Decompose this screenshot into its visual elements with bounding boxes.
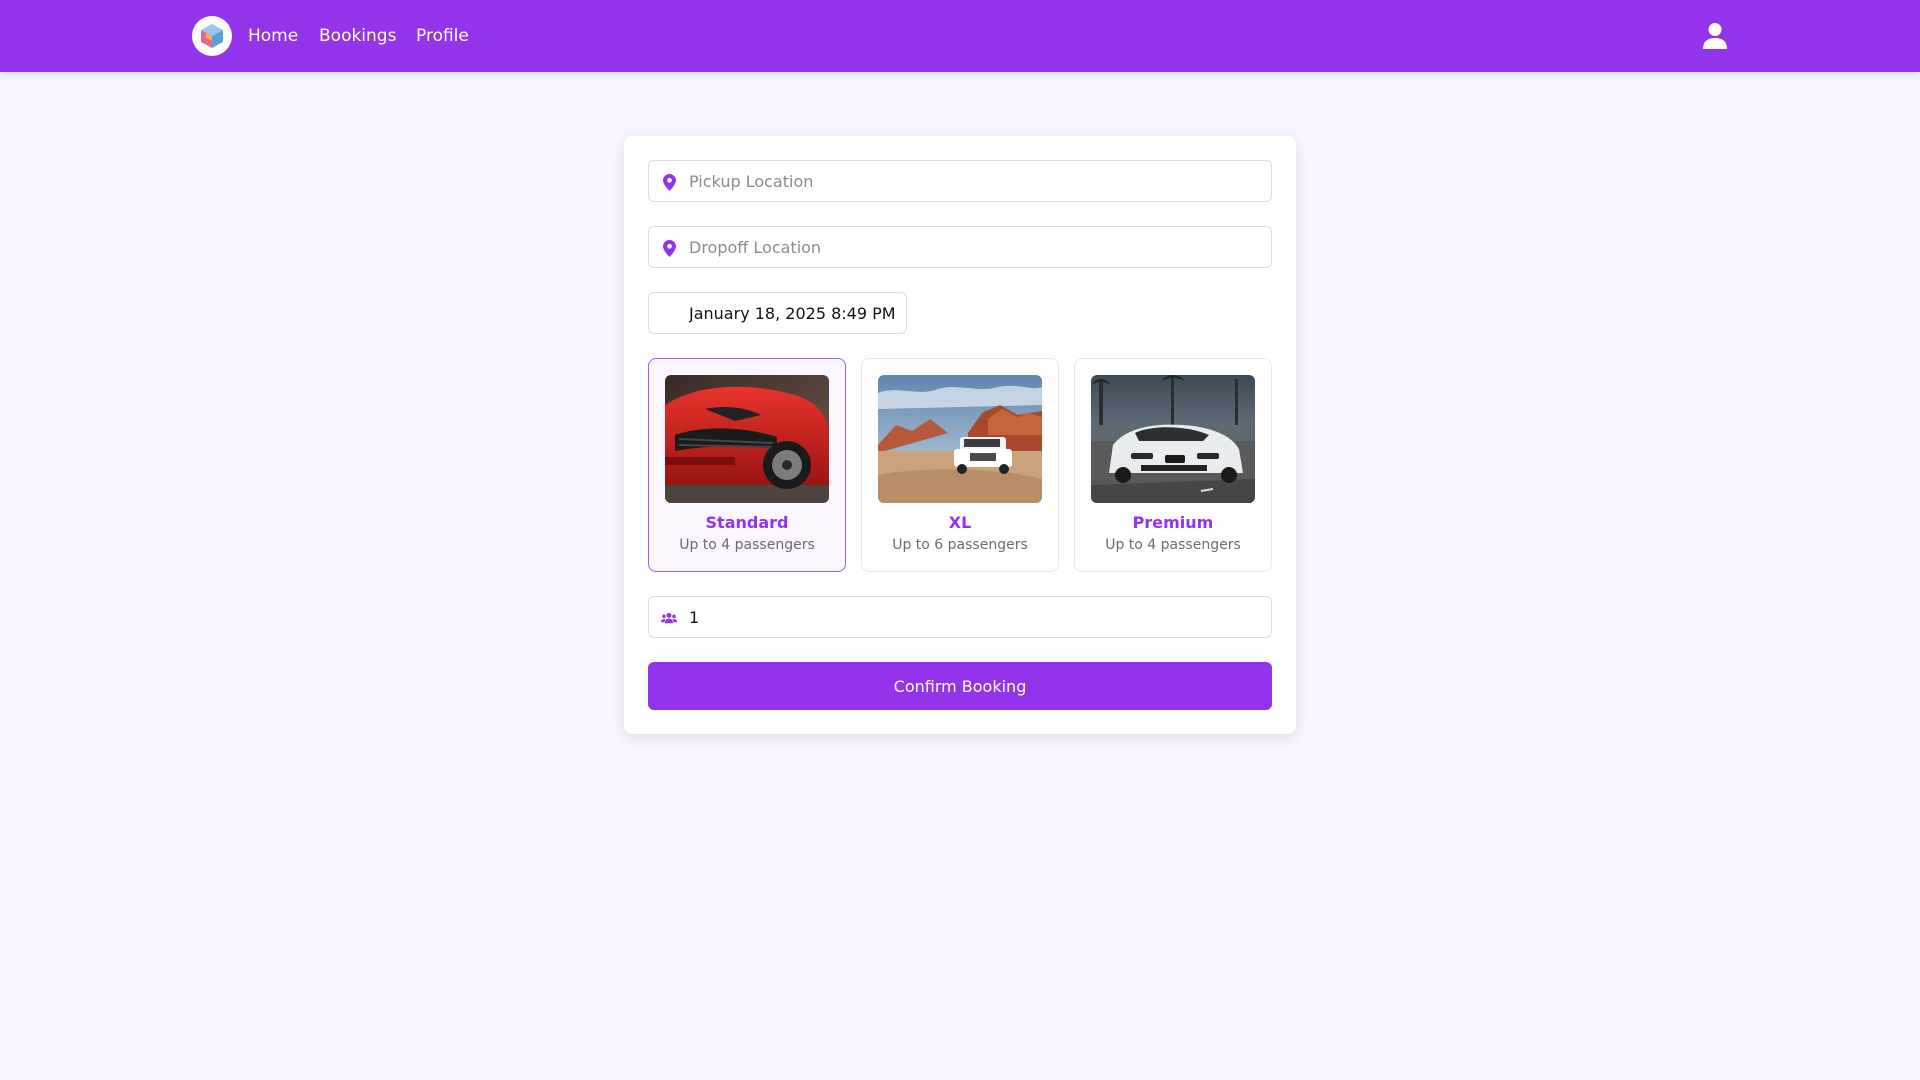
vehicle-image-xl (878, 375, 1042, 503)
passengers-input[interactable] (689, 597, 1259, 637)
top-navbar: Home Bookings Profile (0, 0, 1920, 72)
user-menu-button[interactable] (1702, 22, 1728, 50)
map-pin-icon (661, 239, 677, 257)
vehicle-option-premium[interactable]: Premium Up to 4 passengers (1074, 358, 1272, 572)
confirm-booking-button[interactable]: Confirm Booking (648, 662, 1272, 710)
pickup-input[interactable] (689, 161, 1259, 201)
user-icon (1703, 23, 1727, 49)
booking-card: Standard Up to 4 passengers (624, 136, 1296, 734)
users-icon (661, 609, 677, 627)
vehicle-capacity: Up to 4 passengers (679, 537, 815, 553)
dropoff-field[interactable] (648, 226, 1272, 268)
nav-home[interactable]: Home (248, 24, 298, 48)
vehicle-name: XL (948, 513, 972, 532)
datetime-input[interactable] (689, 293, 896, 333)
vehicle-image-standard (665, 375, 829, 503)
vehicle-option-xl[interactable]: XL Up to 6 passengers (861, 358, 1059, 572)
cube-logo-icon (201, 24, 223, 48)
nav-profile[interactable]: Profile (416, 24, 469, 48)
vehicle-capacity: Up to 6 passengers (892, 537, 1028, 553)
vehicle-image-premium (1091, 375, 1255, 503)
passengers-field[interactable] (648, 596, 1272, 638)
vehicle-option-standard[interactable]: Standard Up to 4 passengers (648, 358, 846, 572)
nav-bookings[interactable]: Bookings (319, 24, 396, 48)
datetime-field[interactable] (648, 292, 907, 334)
vehicle-name: Standard (705, 513, 789, 532)
map-pin-icon (661, 173, 677, 191)
vehicle-capacity: Up to 4 passengers (1105, 537, 1241, 553)
vehicle-name: Premium (1132, 513, 1214, 532)
app-logo[interactable] (192, 16, 232, 56)
pickup-field[interactable] (648, 160, 1272, 202)
dropoff-input[interactable] (689, 227, 1259, 267)
